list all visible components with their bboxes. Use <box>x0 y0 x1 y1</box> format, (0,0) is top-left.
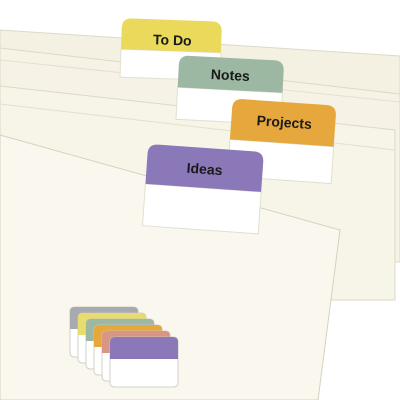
tab-ideas: Ideas <box>141 144 264 235</box>
blank-tab-band <box>110 337 178 359</box>
tab-ideas-label: Ideas <box>186 160 223 178</box>
blank-tab <box>109 336 179 388</box>
tab-to-do-label: To Do <box>153 31 192 48</box>
tab-notes-label: Notes <box>211 66 251 84</box>
tab-ideas-base <box>141 183 262 235</box>
product-photo: To Do Notes Projects Ideas <box>0 18 400 400</box>
